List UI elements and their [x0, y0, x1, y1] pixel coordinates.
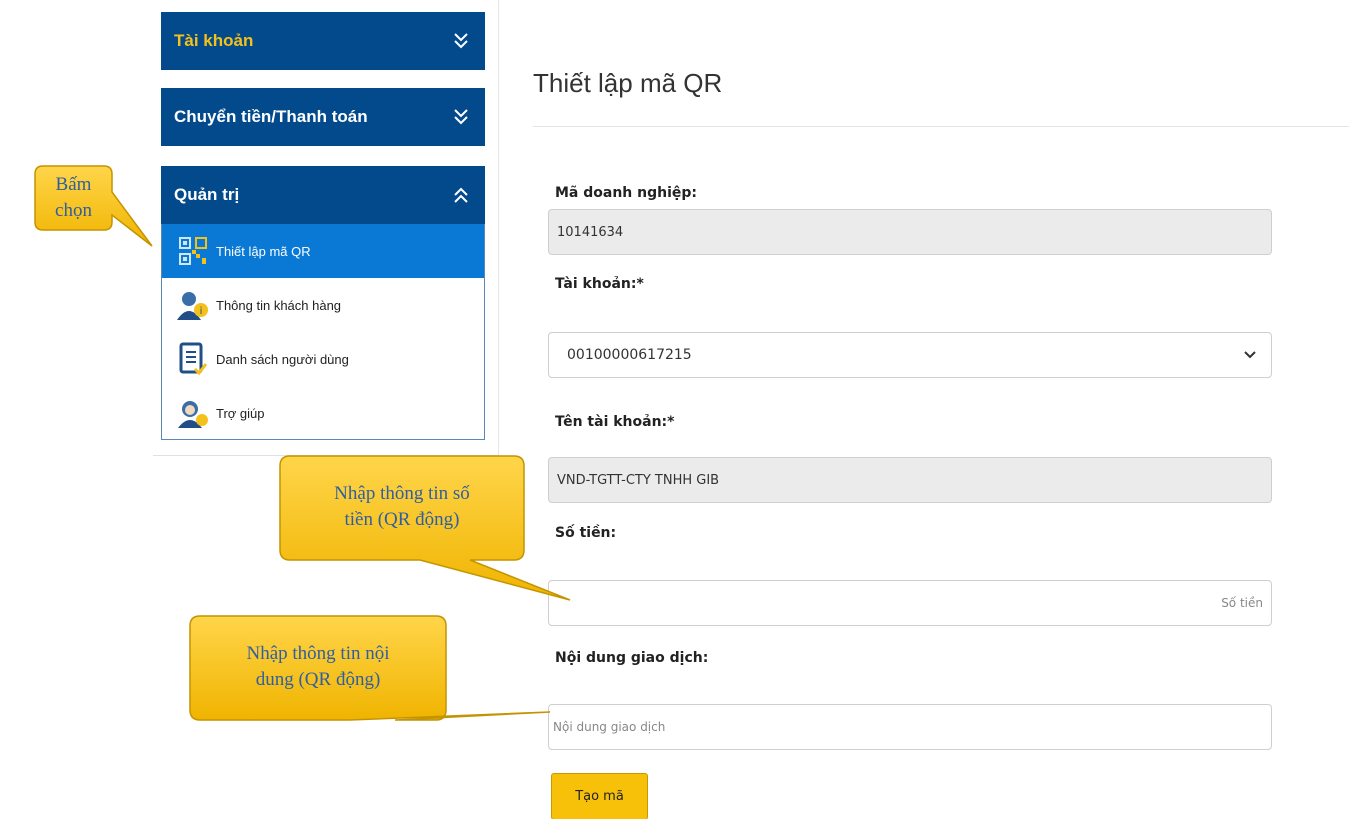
content-input[interactable]: Nội dung giao dịch — [548, 704, 1272, 750]
sidebar-item-label: Trợ giúp — [216, 405, 265, 421]
amount-label: Số tiền: — [555, 525, 617, 541]
business-code-label: Mã doanh nghiệp: — [555, 185, 698, 201]
business-code-value: 10141634 — [557, 224, 624, 240]
create-code-button[interactable]: Tạo mã — [551, 773, 648, 819]
account-select-value: 00100000617215 — [567, 347, 692, 363]
sidebar-item-user-list[interactable]: Danh sách người dùng — [162, 332, 484, 386]
callout-amount-text: Nhập thông tin số tiền (QR động) — [334, 483, 470, 530]
sidebar-item-customer-info[interactable]: i Thông tin khách hàng — [162, 278, 484, 332]
sidebar-item-qr-setup[interactable]: Thiết lập mã QR — [162, 224, 484, 278]
amount-placeholder: Số tiền — [1221, 596, 1263, 610]
callout-select-text: Bấm chọn — [55, 174, 92, 221]
content-label: Nội dung giao dịch: — [555, 650, 709, 666]
double-chevron-down-icon — [454, 109, 468, 125]
menu-header-admin[interactable]: Quản trị — [161, 166, 485, 224]
title-divider — [533, 126, 1349, 127]
menu-header-label: Quản trị — [174, 185, 240, 204]
qr-code-icon — [176, 234, 210, 268]
sidebar-item-label: Danh sách người dùng — [216, 351, 349, 367]
menu-header-label: Chuyển tiền/Thanh toán — [174, 107, 368, 126]
admin-submenu: Thiết lập mã QR i Thông tin khách hàng D… — [161, 224, 485, 440]
account-select[interactable]: 00100000617215 — [548, 332, 1272, 378]
user-list-icon — [176, 342, 210, 376]
account-name-field: VND-TGTT-CTY TNHH GIB — [548, 457, 1272, 503]
sidebar-divider — [498, 0, 499, 456]
sidebar-item-label: Thiết lập mã QR — [216, 243, 311, 259]
menu-header-account[interactable]: Tài khoản — [161, 12, 485, 70]
sidebar-item-label: Thông tin khách hàng — [216, 297, 342, 313]
account-name-value: VND-TGTT-CTY TNHH GIB — [557, 472, 720, 488]
page-title: Thiết lập mã QR — [533, 68, 723, 98]
business-code-field: 10141634 — [548, 209, 1272, 255]
account-label: Tài khoản:* — [555, 276, 644, 292]
menu-header-label: Tài khoản — [174, 31, 254, 50]
account-name-label: Tên tài khoản:* — [555, 414, 675, 430]
svg-text:i: i — [200, 306, 203, 317]
content-placeholder: Nội dung giao dịch — [553, 720, 666, 734]
double-chevron-up-icon — [454, 187, 468, 203]
sidebar: Tài khoản Chuyển tiền/Thanh toán Quản tr… — [153, 0, 498, 456]
customer-info-icon: i — [176, 288, 210, 322]
amount-input[interactable]: Số tiền — [548, 580, 1272, 626]
support-icon — [176, 396, 210, 430]
double-chevron-down-icon — [454, 33, 468, 49]
chevron-down-icon — [1244, 351, 1256, 359]
callout-content-text: Nhập thông tin nội dung (QR động) — [246, 643, 390, 690]
sidebar-item-support[interactable]: Trợ giúp — [162, 386, 484, 440]
menu-header-transfer[interactable]: Chuyển tiền/Thanh toán — [161, 88, 485, 146]
